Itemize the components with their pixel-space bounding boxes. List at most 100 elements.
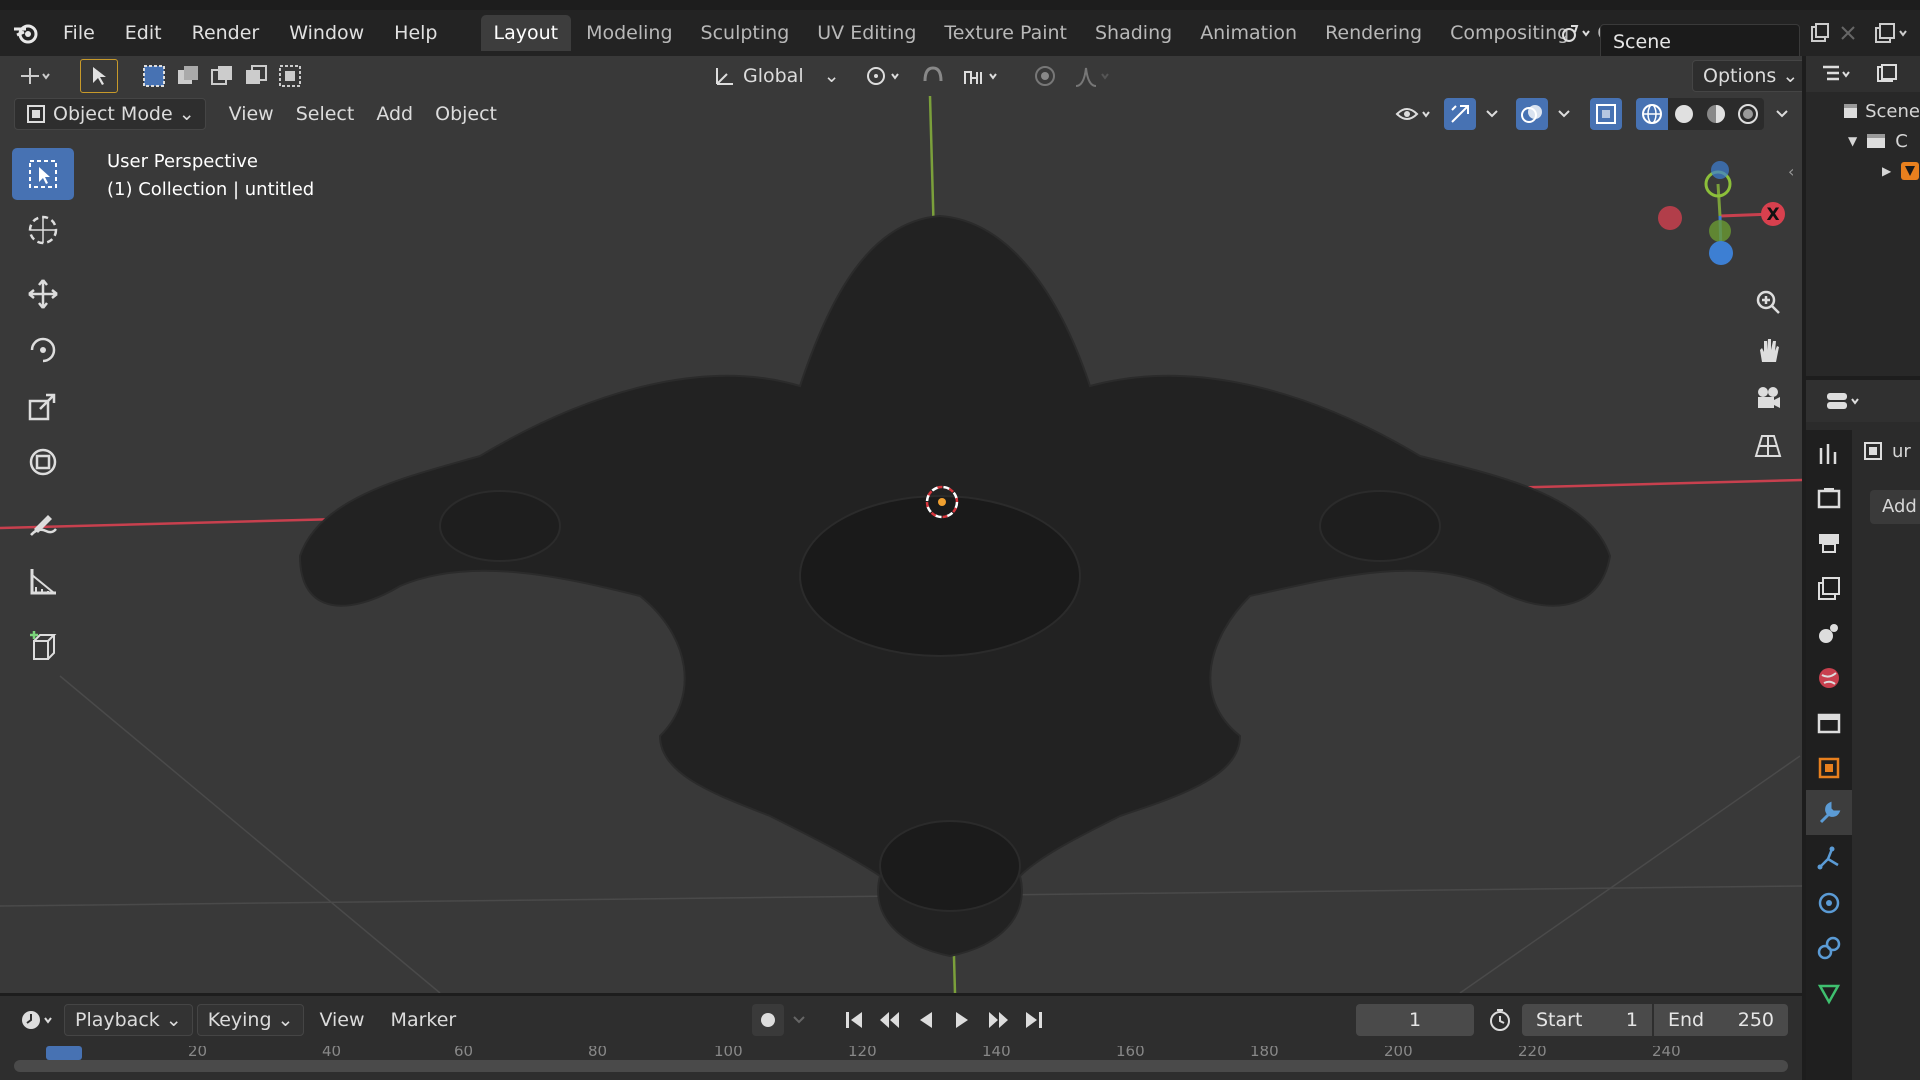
ruler-label: 120: [848, 1046, 877, 1060]
timeline-editor-type-icon[interactable]: [16, 1004, 60, 1036]
menu-edit[interactable]: Edit: [110, 10, 177, 56]
menu-help[interactable]: Help: [379, 10, 452, 56]
scene-selector-icon[interactable]: [1556, 17, 1596, 49]
tab-texture-paint[interactable]: Texture Paint: [931, 15, 1080, 51]
tab-modeling[interactable]: Modeling: [573, 15, 685, 51]
tab-animation[interactable]: Animation: [1187, 15, 1310, 51]
collapse-arrow-icon[interactable]: ▶: [1882, 164, 1891, 178]
transform-icon: [29, 448, 57, 476]
object-name-label: ur: [1892, 440, 1911, 462]
3d-cursor-icon: [28, 215, 58, 245]
ruler-label: 240: [1652, 1046, 1681, 1060]
transform-tool[interactable]: [12, 436, 74, 488]
play-reverse-icon[interactable]: [910, 1004, 942, 1036]
jump-end-icon[interactable]: [1018, 1004, 1050, 1036]
delete-scene-icon[interactable]: [1832, 17, 1864, 49]
view-perspective-label: User Perspective: [107, 151, 258, 172]
pan-view-button[interactable]: [1746, 328, 1790, 372]
camera-view-button[interactable]: [1746, 376, 1790, 420]
timeline-view-menu[interactable]: View: [308, 1004, 375, 1036]
preview-range-clock-icon[interactable]: [1484, 1004, 1516, 1036]
current-frame-field[interactable]: 1: [1356, 1004, 1474, 1036]
sidebar-toggle-icon[interactable]: ‹: [1788, 162, 1794, 181]
outliner-scene-row[interactable]: Scene: [1806, 96, 1920, 126]
neg-z-axis-icon[interactable]: [1711, 161, 1729, 179]
object-properties-icon[interactable]: [1806, 745, 1852, 790]
hand-icon: [1760, 339, 1779, 362]
tab-shading[interactable]: Shading: [1082, 15, 1185, 51]
cursor-tool[interactable]: [12, 204, 74, 256]
object-name-row: ur: [1862, 440, 1911, 462]
add-modifier-button[interactable]: Add M: [1870, 490, 1920, 524]
outliner-collection-row[interactable]: ▼ C: [1806, 126, 1920, 156]
measure-tool[interactable]: [12, 556, 74, 608]
keying-menu[interactable]: Keying ⌄: [196, 1004, 305, 1036]
keying-label: Keying: [207, 1009, 272, 1031]
outliner-filter-icon[interactable]: [1872, 58, 1904, 90]
render-properties-icon[interactable]: [1806, 475, 1852, 520]
frame-ruler[interactable]: 20 40 60 80 100 120 140 160 180 200 220 …: [14, 1046, 1788, 1076]
playback-label: Playback: [75, 1009, 160, 1031]
tab-layout[interactable]: Layout: [480, 15, 572, 51]
add-cube-tool[interactable]: [12, 620, 74, 672]
scale-tool[interactable]: [12, 380, 74, 432]
zoom-view-button[interactable]: [1746, 280, 1790, 324]
keying-dropdown-icon[interactable]: [788, 1004, 810, 1036]
jump-keyframe-forward-icon[interactable]: [982, 1004, 1014, 1036]
jump-start-icon[interactable]: [838, 1004, 870, 1036]
top-bar: File Edit Render Window Help Layout Mode…: [0, 10, 1920, 60]
world-properties-icon[interactable]: [1806, 655, 1852, 700]
rotate-tool[interactable]: [12, 324, 74, 376]
scene-properties-icon[interactable]: [1806, 610, 1852, 655]
ruler-label: 160: [1116, 1046, 1145, 1060]
view-layer-properties-icon[interactable]: [1806, 565, 1852, 610]
menu-render[interactable]: Render: [177, 10, 275, 56]
menu-file[interactable]: File: [48, 10, 110, 56]
jump-keyframe-back-icon[interactable]: [874, 1004, 906, 1036]
chevron-down-icon: ⌄: [277, 1009, 294, 1031]
tab-sculpting[interactable]: Sculpting: [688, 15, 803, 51]
playback-menu[interactable]: Playback ⌄: [64, 1004, 193, 1036]
tab-uv-editing[interactable]: UV Editing: [804, 15, 929, 51]
3d-viewport[interactable]: Global ⌄ Options ⌄ Object Mode ⌄ View Se…: [0, 56, 1802, 993]
expand-arrow-icon[interactable]: ▼: [1848, 134, 1857, 148]
tool-properties-icon[interactable]: [1806, 430, 1852, 475]
outliner-display-mode-icon[interactable]: [1818, 58, 1858, 90]
move-tool[interactable]: [12, 268, 74, 320]
tab-rendering[interactable]: Rendering: [1312, 15, 1435, 51]
playhead-marker[interactable]: [46, 1046, 82, 1060]
play-icon[interactable]: [946, 1004, 978, 1036]
collection-icon: [1867, 134, 1886, 148]
add-cube-icon: [30, 631, 57, 660]
start-frame-field[interactable]: Start 1: [1522, 1004, 1652, 1036]
x-axis-label: X: [1766, 205, 1779, 225]
auto-keying-icon[interactable]: [752, 1004, 784, 1036]
scene-name-field[interactable]: Scene: [1600, 24, 1800, 60]
data-properties-icon[interactable]: [1806, 970, 1852, 1015]
particles-properties-icon[interactable]: [1806, 835, 1852, 880]
timeline-scrollbar[interactable]: [14, 1060, 1788, 1072]
output-properties-icon[interactable]: [1806, 520, 1852, 565]
start-frame-value: 1: [1625, 1009, 1638, 1031]
collection-properties-icon[interactable]: [1806, 700, 1852, 745]
constraint-properties-icon[interactable]: [1806, 925, 1852, 970]
ruler-label: 40: [322, 1046, 342, 1060]
neg-y-axis-icon[interactable]: [1709, 220, 1731, 242]
neg-x-axis-icon[interactable]: [1658, 206, 1682, 230]
menu-window[interactable]: Window: [274, 10, 379, 56]
annotate-tool[interactable]: [12, 500, 74, 552]
end-frame-field[interactable]: End 250: [1654, 1004, 1788, 1036]
timeline-marker-menu[interactable]: Marker: [380, 1004, 468, 1036]
modifier-properties-icon[interactable]: [1806, 790, 1852, 835]
end-frame-value: 250: [1737, 1009, 1774, 1031]
timeline-panel: Playback ⌄ Keying ⌄ View Marker 1 Start …: [0, 996, 1802, 1080]
properties-editor-type-icon[interactable]: [1822, 385, 1866, 417]
z-axis-icon[interactable]: [1709, 241, 1733, 265]
view-layer-icon[interactable]: [1870, 17, 1918, 49]
outliner-object-row[interactable]: ▶: [1806, 156, 1920, 186]
select-box-tool[interactable]: [12, 148, 74, 200]
physics-properties-icon[interactable]: [1806, 880, 1852, 925]
navigation-gizmo[interactable]: X: [1650, 156, 1790, 276]
ortho-toggle-button[interactable]: [1746, 424, 1790, 468]
blender-logo-icon[interactable]: [10, 17, 42, 49]
